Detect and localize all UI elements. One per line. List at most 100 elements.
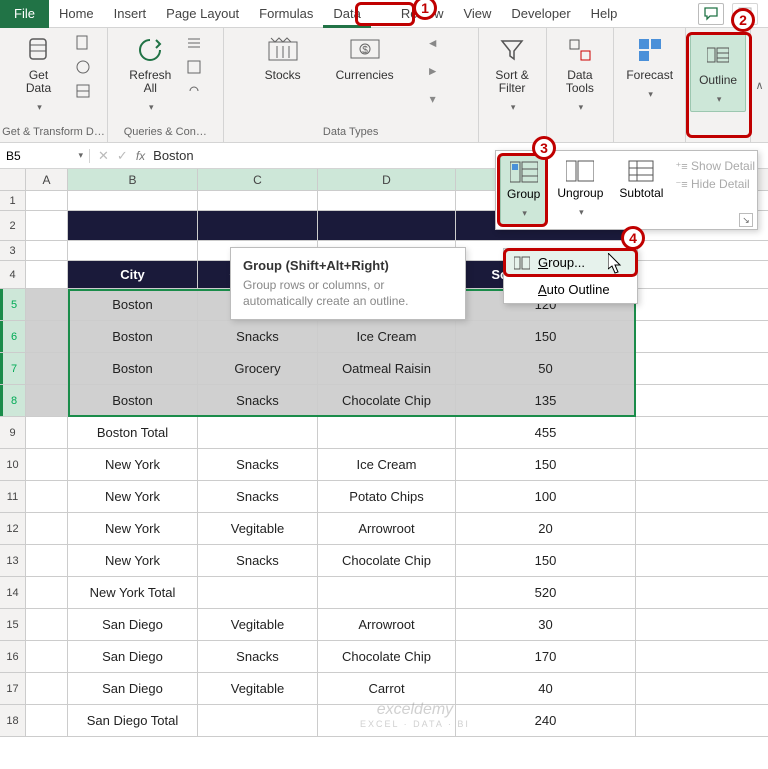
cell[interactable] [26,641,68,672]
row-header-4[interactable]: 4 [0,261,26,288]
name-box[interactable]: B5 ▾ [0,149,90,163]
cell[interactable]: New York Total [68,577,198,608]
cell[interactable]: Carrot [318,673,456,704]
forecast-button[interactable]: Forecast [622,32,677,102]
cell[interactable]: Boston [68,321,198,352]
tab-page-layout[interactable]: Page Layout [156,0,249,28]
col-header-b[interactable]: B [68,169,198,190]
cell[interactable] [26,545,68,576]
cell[interactable] [26,321,68,352]
cell[interactable]: New York [68,513,198,544]
get-data-button[interactable]: Get Data [14,32,64,115]
header-city[interactable]: City [68,261,198,288]
cell[interactable]: 150 [456,545,636,576]
cell[interactable]: Snacks [198,321,318,352]
row-header[interactable]: 8 [0,385,26,416]
cell[interactable]: Vegitable [198,513,318,544]
cell[interactable]: 150 [456,321,636,352]
cell[interactable]: New York [68,545,198,576]
show-detail-button[interactable]: ⁺≡ Show Detail [675,159,755,173]
cell[interactable]: Snacks [198,385,318,416]
tab-file[interactable]: File [0,0,49,28]
row-header[interactable]: 16 [0,641,26,672]
cell[interactable]: Potato Chips [318,481,456,512]
refresh-all-button[interactable]: Refresh All [125,32,175,115]
enter-formula-button[interactable]: ✓ [117,148,128,164]
cell[interactable]: Vegitable [198,673,318,704]
cell[interactable] [198,577,318,608]
properties-button[interactable] [183,56,205,78]
cell[interactable] [26,353,68,384]
cell[interactable]: 455 [456,417,636,448]
row-header[interactable]: 6 [0,321,26,352]
cell[interactable]: Boston [68,289,198,320]
cell[interactable]: 170 [456,641,636,672]
row-header[interactable]: 17 [0,673,26,704]
cell[interactable]: San Diego [68,641,198,672]
cell[interactable]: 240 [456,705,636,736]
cell[interactable]: Boston [68,353,198,384]
row-header[interactable]: 9 [0,417,26,448]
tab-help[interactable]: Help [581,0,628,28]
cell[interactable] [26,705,68,736]
cell[interactable]: Snacks [198,481,318,512]
cell[interactable] [26,449,68,480]
col-header-d[interactable]: D [318,169,456,190]
cell[interactable] [26,385,68,416]
row-header[interactable]: 11 [0,481,26,512]
tab-home[interactable]: Home [49,0,104,28]
tab-formulas[interactable]: Formulas [249,0,323,28]
datatype-next-button[interactable]: ► [422,60,444,82]
cell[interactable]: New York [68,449,198,480]
ribbon-collapse-button[interactable]: ∧ [750,28,768,142]
cell[interactable]: San Diego [68,609,198,640]
row-header-1[interactable]: 1 [0,191,26,210]
stocks-button[interactable]: Stocks [258,32,308,84]
row-header[interactable]: 13 [0,545,26,576]
cell[interactable] [26,513,68,544]
row-header[interactable]: 18 [0,705,26,736]
row-header[interactable]: 10 [0,449,26,480]
formula-bar-value[interactable]: Boston [153,148,193,163]
cell[interactable]: Vegitable [198,609,318,640]
subtotal-button[interactable]: Subtotal [613,155,669,225]
cell[interactable] [26,577,68,608]
row-header-2[interactable]: 2 [0,211,26,240]
cell[interactable] [198,417,318,448]
cell[interactable]: 135 [456,385,636,416]
cell[interactable]: Chocolate Chip [318,545,456,576]
tab-view[interactable]: View [453,0,501,28]
tab-insert[interactable]: Insert [104,0,157,28]
cell[interactable]: 150 [456,449,636,480]
cell[interactable]: Snacks [198,449,318,480]
from-table-button[interactable] [72,80,94,102]
tab-data[interactable]: Data [323,0,370,28]
from-text-button[interactable] [72,32,94,54]
cell[interactable]: Oatmeal Raisin [318,353,456,384]
cell[interactable]: San Diego [68,673,198,704]
group-split-button[interactable]: Group [500,155,547,225]
dialog-launcher-icon[interactable]: ↘ [739,213,753,227]
currencies-button[interactable]: $ Currencies [332,32,398,84]
comments-button[interactable] [698,3,724,25]
row-header[interactable]: 15 [0,609,26,640]
cell[interactable]: Chocolate Chip [318,641,456,672]
row-header-3[interactable]: 3 [0,241,26,260]
row-header[interactable]: 7 [0,353,26,384]
row-header[interactable]: 12 [0,513,26,544]
cell[interactable] [318,417,456,448]
cell[interactable]: 40 [456,673,636,704]
cell[interactable] [198,705,318,736]
cell[interactable]: Chocolate Chip [318,385,456,416]
select-all-corner[interactable] [0,169,26,190]
cell[interactable]: Ice Cream [318,449,456,480]
menu-item-auto-outline[interactable]: Auto Outline [504,276,637,303]
from-web-button[interactable] [72,56,94,78]
outline-button[interactable]: Outline [690,32,746,112]
cell[interactable]: 520 [456,577,636,608]
cell[interactable]: Arrowroot [318,609,456,640]
row-header[interactable]: 5 [0,289,26,320]
cell[interactable] [26,289,68,320]
cell[interactable]: 50 [456,353,636,384]
cancel-formula-button[interactable]: ✕ [98,148,109,164]
